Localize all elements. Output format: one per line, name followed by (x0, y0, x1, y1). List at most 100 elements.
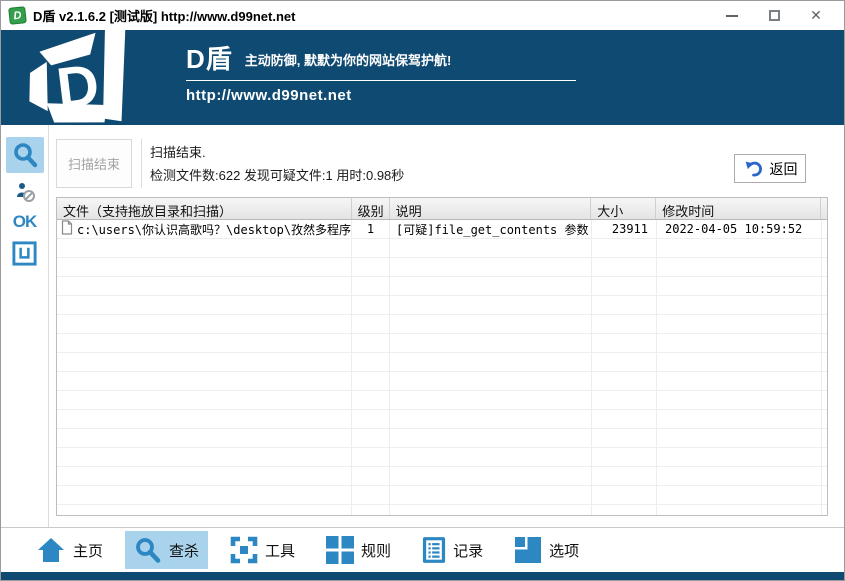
scan-status-button[interactable]: 扫描结束 (56, 139, 132, 188)
scan-status-line2: 检测文件数:622 发现可疑文件:1 用时:0.98秒 (150, 168, 405, 183)
empty-row (57, 486, 827, 505)
ok-indicator[interactable]: OK (13, 212, 37, 232)
empty-cell (352, 429, 390, 447)
empty-cell (57, 258, 352, 276)
empty-cell (592, 410, 657, 428)
empty-row (57, 505, 827, 515)
empty-cell (352, 467, 390, 485)
empty-cell (352, 296, 390, 314)
empty-row (57, 467, 827, 486)
empty-cell (822, 258, 827, 276)
empty-cell (390, 467, 592, 485)
toolbar-item-label: 主页 (73, 542, 104, 560)
empty-cell (390, 353, 592, 371)
close-icon[interactable]: ✕ (802, 6, 830, 26)
empty-cell (592, 372, 657, 390)
empty-cell (57, 372, 352, 390)
toolbar-item-label: 查杀 (169, 542, 200, 560)
empty-cell (390, 334, 592, 352)
empty-cell (822, 505, 827, 515)
empty-cell (390, 486, 592, 504)
empty-cell (657, 486, 822, 504)
results-table: 文件（支持拖放目录和扫描） 级别 说明 大小 修改时间 c:\users\你认识高歌吗？… (56, 197, 828, 516)
empty-cell (822, 334, 827, 352)
empty-row (57, 239, 827, 258)
column-header-3[interactable]: 大小 (591, 198, 657, 219)
undo-arrow-icon (745, 161, 762, 176)
toolbar-item-options[interactable]: 选项 (505, 531, 588, 569)
cell-level: 1 (352, 220, 390, 238)
empty-cell (657, 315, 822, 333)
back-button[interactable]: 返回 (734, 154, 806, 183)
empty-cell (352, 258, 390, 276)
toolbar-item-scan[interactable]: 查杀 (125, 531, 209, 569)
column-header-1[interactable]: 级别 (352, 198, 390, 219)
empty-cell (592, 391, 657, 409)
empty-cell (657, 372, 822, 390)
magnifier-icon (13, 143, 37, 168)
toolbar-item-home[interactable]: 主页 (27, 531, 112, 569)
empty-cell (57, 505, 352, 515)
empty-cell (390, 505, 592, 515)
banner-text: D盾 主动防御, 默默为你的网站保驾护航! http://www.d99net.… (186, 46, 586, 104)
empty-cell (592, 429, 657, 447)
empty-cell (592, 353, 657, 371)
rules-icon (326, 536, 355, 564)
titlebar: D D盾 v2.1.6.2 [测试版] http://www.d99net.ne… (1, 1, 844, 30)
maximize-icon[interactable] (760, 6, 788, 26)
empty-cell (657, 391, 822, 409)
body: OK 扫描结束 扫描结束. 检测文件数:622 发现可疑文件:1 用时:0.98… (1, 125, 844, 527)
empty-cell (352, 410, 390, 428)
cell-desc: [可疑]file_get_contents 参数... (390, 220, 592, 238)
empty-cell (822, 429, 827, 447)
empty-cell (592, 296, 657, 314)
empty-cell (352, 505, 390, 515)
empty-cell (57, 334, 352, 352)
empty-cell (57, 296, 352, 314)
empty-cell (57, 486, 352, 504)
app-window: D D盾 v2.1.6.2 [测试版] http://www.d99net.ne… (0, 0, 845, 581)
svg-text:D: D (53, 52, 102, 122)
empty-cell (657, 467, 822, 485)
empty-cell (390, 410, 592, 428)
column-header-2[interactable]: 说明 (390, 198, 592, 219)
cell-filler (822, 220, 827, 238)
column-header-0[interactable]: 文件（支持拖放目录和扫描） (57, 198, 352, 219)
toolbar-item-tools[interactable]: 工具 (221, 531, 304, 569)
column-header-4[interactable]: 修改时间 (656, 198, 821, 219)
empty-cell (390, 391, 592, 409)
empty-row (57, 334, 827, 353)
no-trojan-icon[interactable] (14, 181, 36, 203)
empty-cell (657, 277, 822, 295)
empty-cell (592, 258, 657, 276)
minimize-icon[interactable] (718, 6, 746, 26)
column-header-filler (821, 198, 827, 219)
brand-slogan: 主动防御, 默默为你的网站保驾护航! (244, 53, 452, 68)
empty-cell (822, 315, 827, 333)
table-header: 文件（支持拖放目录和扫描） 级别 说明 大小 修改时间 (57, 198, 827, 220)
empty-cell (352, 334, 390, 352)
empty-cell (390, 429, 592, 447)
result-row[interactable]: c:\users\你认识高歌吗？\desktop\孜然多程序... 1 [可疑]fi… (57, 220, 827, 239)
empty-cell (592, 239, 657, 257)
empty-cell (352, 391, 390, 409)
sidebar-scan-button[interactable] (5, 137, 44, 173)
empty-cell (592, 315, 657, 333)
bottom-toolbar: 主页 查杀 工具 规则 记录 选项 (1, 527, 844, 572)
empty-cell (57, 429, 352, 447)
empty-cell (390, 315, 592, 333)
square-u-icon[interactable] (11, 240, 38, 267)
toolbar-item-logs[interactable]: 记录 (413, 531, 492, 569)
empty-cell (390, 258, 592, 276)
empty-cell (57, 391, 352, 409)
dshield-logo-icon: D (29, 30, 126, 123)
toolbar-item-rules[interactable]: 规则 (317, 531, 400, 569)
empty-cell (822, 239, 827, 257)
empty-cell (657, 258, 822, 276)
empty-cell (592, 486, 657, 504)
empty-cell (352, 486, 390, 504)
empty-cell (390, 277, 592, 295)
empty-cell (657, 334, 822, 352)
empty-cell (822, 486, 827, 504)
header-banner: D D盾 主动防御, 默默为你的网站保驾护航! http://www.d99ne… (1, 30, 844, 125)
